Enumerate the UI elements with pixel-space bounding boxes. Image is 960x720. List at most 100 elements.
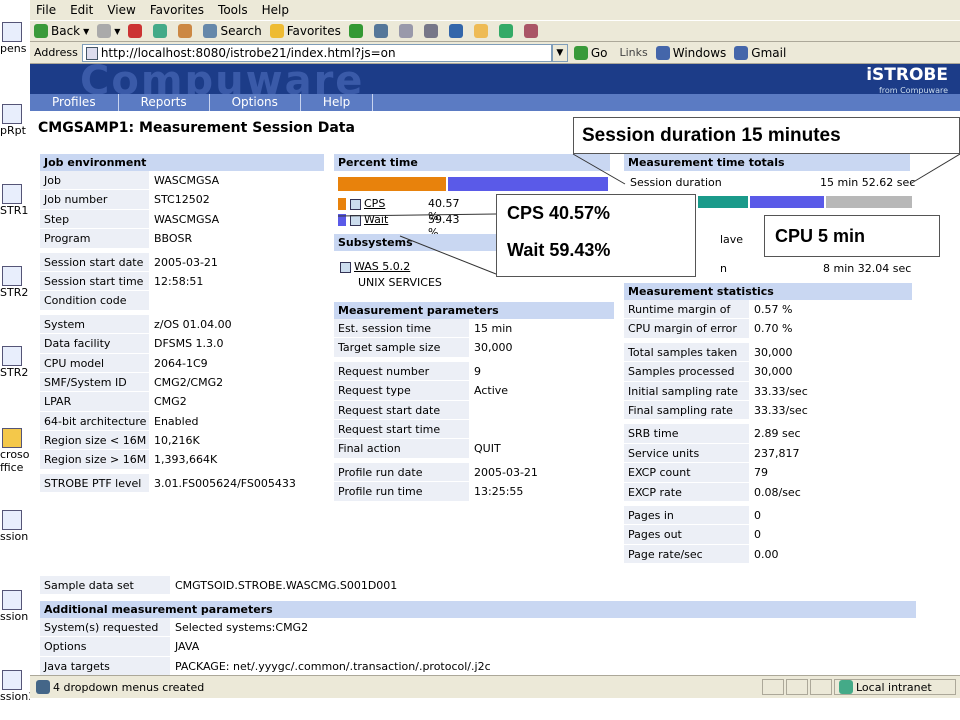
cps-link[interactable]: CPS [364, 197, 385, 210]
desktop-shortcut[interactable]: ssion [0, 590, 30, 623]
table-row: Condition code [40, 291, 324, 311]
table-row: Runtime margin of error0.57 % [624, 300, 912, 335]
row-label: Request number [334, 361, 470, 382]
edit-button[interactable] [448, 24, 466, 38]
row-label: SMF/System ID [40, 372, 150, 393]
row-value: 2.89 sec [750, 424, 801, 444]
office-folder-icon [2, 428, 22, 448]
callout-percent-time: CPS 40.57% Wait 59.43% [496, 194, 696, 277]
forward-button[interactable]: ▼ [97, 24, 120, 38]
link-windows[interactable]: Windows [655, 45, 726, 60]
chevron-down-icon[interactable]: ▼ [114, 27, 120, 36]
refresh-button[interactable] [153, 24, 170, 38]
desktop-shortcut[interactable]: croso ffice [0, 428, 30, 474]
row-value: 0 [750, 506, 761, 526]
favorites-label: Favorites [286, 24, 341, 38]
time-totals-partial-label: n [720, 262, 727, 275]
table-row: System z/OS 01.04.00 [40, 314, 324, 335]
menu-view[interactable]: View [107, 3, 135, 17]
desktop-label: croso ffice [0, 448, 30, 474]
row-label: Runtime margin of error [624, 300, 750, 335]
desktop-shortcut[interactable]: pRpt [0, 104, 30, 137]
measurement-statistics-section: Measurement statistics Runtime margin of… [624, 283, 912, 565]
menu-tools[interactable]: Tools [218, 3, 248, 17]
media-button[interactable] [348, 24, 366, 38]
callout-session-duration: Session duration 15 minutes [573, 117, 960, 154]
row-label: CPU margin of error [624, 319, 750, 339]
table-row: Region size < 16M 10,216K [40, 431, 324, 451]
time-totals-bar-segment [750, 196, 824, 208]
address-dropdown-button[interactable]: ▼ [551, 43, 568, 62]
desktop-label: pens [0, 42, 27, 55]
research-button[interactable] [523, 24, 541, 38]
desktop-shortcut[interactable]: STR1 [0, 184, 30, 217]
home-button[interactable] [178, 24, 195, 38]
desktop-shortcut[interactable]: ssion3 [0, 670, 30, 703]
ie-page-icon [36, 680, 50, 694]
callout-cps: CPS 40.57% [507, 203, 611, 223]
table-row: Profile run date 2005-03-21 [334, 462, 614, 483]
row-label: EXCP rate [624, 482, 750, 502]
ie-page-icon [655, 45, 670, 60]
document-icon [340, 261, 351, 273]
row-value: 0.00 [750, 545, 779, 565]
nav-reports[interactable]: Reports [119, 94, 210, 111]
address-label: Address [34, 46, 78, 59]
drilldown-icon[interactable] [350, 214, 361, 226]
stop-button[interactable] [128, 24, 145, 38]
row-label: LPAR [40, 392, 150, 412]
nav-options[interactable]: Options [210, 94, 301, 111]
search-icon [203, 24, 218, 38]
print-button[interactable] [423, 24, 441, 38]
wait-link[interactable]: Wait [364, 213, 388, 226]
desktop-shortcut[interactable]: ssion [0, 510, 30, 543]
discuss-button[interactable] [473, 24, 491, 38]
link-gmail[interactable]: Gmail [734, 45, 786, 60]
nav-profiles[interactable]: Profiles [30, 94, 119, 111]
history-icon [373, 24, 388, 38]
menu-edit[interactable]: Edit [70, 3, 93, 17]
row-value: 9 [470, 362, 481, 382]
row-label: System [40, 314, 150, 335]
row-label: Samples processed [624, 362, 750, 382]
chevron-down-icon[interactable]: ▼ [83, 27, 89, 36]
menu-help[interactable]: Help [262, 3, 289, 17]
desktop-shortcut[interactable]: pens [0, 22, 30, 55]
address-input[interactable]: http://localhost:8080/istrobe21/index.ht… [81, 43, 552, 62]
drilldown-icon[interactable] [350, 198, 361, 210]
back-button[interactable]: Back ▼ [34, 24, 89, 38]
table-row: Pages in 0 [624, 505, 912, 526]
mail-button[interactable] [398, 24, 416, 38]
table-row: Samples processed 30,000 [624, 362, 912, 382]
chevron-down-icon: ▼ [556, 47, 564, 58]
row-value [470, 401, 474, 420]
go-button[interactable]: Go [573, 45, 607, 60]
media-icon [348, 24, 363, 38]
row-value: Enabled [150, 412, 199, 432]
nav-help[interactable]: Help [301, 94, 374, 111]
subsystem-was-link[interactable]: WAS 5.0.2 [340, 260, 410, 273]
desktop-shortcut[interactable]: STR2 [0, 346, 30, 379]
table-row: Step WASCMGSA [40, 209, 324, 230]
menu-favorites[interactable]: Favorites [150, 3, 204, 17]
desktop-shortcut[interactable]: STR2 [0, 266, 30, 299]
row-label: Region size > 16M [40, 450, 150, 470]
messenger-button[interactable] [498, 24, 516, 38]
refresh-icon [153, 24, 168, 38]
history-button[interactable] [373, 24, 391, 38]
menu-file[interactable]: File [36, 3, 56, 17]
search-button[interactable]: Search [203, 24, 262, 38]
time-totals-bar-segment [698, 196, 748, 208]
table-row: Target sample size 30,000 [334, 338, 614, 358]
row-label: STROBE PTF level [40, 473, 150, 494]
percent-time-header: Percent time [334, 154, 610, 171]
row-label: Final sampling rate [624, 400, 750, 421]
favorites-button[interactable]: Favorites [269, 24, 341, 38]
table-row: Final sampling rate 33.33/sec [624, 400, 912, 421]
home-icon [178, 24, 193, 38]
row-value: QUIT [470, 439, 501, 459]
row-label: Job number [40, 190, 150, 210]
table-row: Job WASCMGSA [40, 171, 324, 191]
additional-parameters-header: Additional measurement parameters [40, 601, 916, 618]
desktop-label: STR2 [0, 366, 29, 379]
